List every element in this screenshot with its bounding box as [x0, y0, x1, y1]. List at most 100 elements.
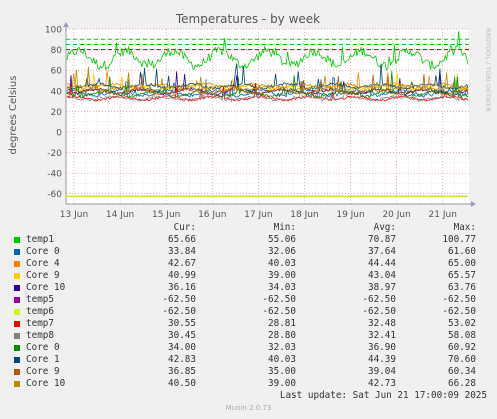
legend-row: Core 1 42.83 40.03 44.39 70.60	[0, 354, 497, 366]
legend-value: 43.04	[368, 270, 396, 281]
legend-row: Core 9 40.99 39.00 43.04 65.57	[0, 270, 497, 282]
legend-value: 40.03	[268, 354, 296, 365]
y-tick-label: -60	[47, 190, 62, 200]
legend-row: Core 10 40.50 39.00 42.73 66.28	[0, 378, 497, 390]
legend-series-name: Core 0	[26, 342, 60, 353]
legend-value: 65.00	[448, 258, 476, 269]
legend-value: -62.50	[162, 306, 196, 317]
legend-series-name: Core 1	[26, 354, 60, 365]
legend-value: 42.83	[168, 354, 196, 365]
legend-header: Cur: Min: Avg: Max:	[0, 222, 497, 234]
legend-swatch	[14, 345, 20, 351]
legend-swatch	[14, 309, 20, 315]
x-tick-label: 16 Jun	[198, 210, 226, 220]
legend-row: temp1 65.66 55.06 70.87 100.77	[0, 234, 497, 246]
legend-swatch	[14, 321, 20, 327]
legend-value: 32.48	[368, 318, 396, 329]
legend-row: Core 0 33.84 32.06 37.64 61.60	[0, 246, 497, 258]
legend-column-header: Cur:	[173, 222, 196, 233]
y-axis-arrow	[63, 22, 69, 27]
y-tick-label: 80	[51, 46, 63, 56]
legend-row: Core 10 36.16 34.03 38.97 63.76	[0, 282, 497, 294]
legend-swatch	[14, 333, 20, 339]
x-tick-label: 15 Jun	[152, 210, 180, 220]
legend-value: 53.02	[448, 318, 476, 329]
legend-row: temp8 30.45 28.80 32.41 58.08	[0, 330, 497, 342]
legend-series-name: Core 10	[26, 378, 66, 389]
legend-value: 28.81	[268, 318, 296, 329]
legend-value: 30.45	[168, 330, 196, 341]
chart: Temperatures - by week degrees Celsius R…	[8, 12, 492, 220]
legend-swatch	[14, 369, 20, 375]
legend-series-name: temp8	[26, 330, 54, 341]
legend-swatch	[14, 261, 20, 267]
legend-swatch	[14, 381, 20, 387]
legend-value: 55.06	[268, 234, 296, 245]
legend-value: 70.87	[368, 234, 396, 245]
y-tick-label: 40	[51, 87, 63, 97]
x-tick-label: 13 Jun	[60, 210, 88, 220]
legend-value: -62.50	[442, 306, 476, 317]
y-axis-label: degrees Celsius	[8, 76, 19, 155]
legend-row: temp6 -62.50 -62.50 -62.50 -62.50	[0, 306, 497, 318]
legend-value: 35.00	[268, 366, 296, 377]
legend-value: -62.50	[362, 294, 396, 305]
legend-swatch	[14, 249, 20, 255]
y-tick-label: 0	[56, 128, 62, 138]
legend-value: 42.73	[368, 378, 396, 389]
legend-value: 58.08	[448, 330, 476, 341]
plot-area	[66, 29, 469, 204]
legend-value: 63.76	[448, 282, 476, 293]
legend-value: 60.92	[448, 342, 476, 353]
x-tick-label: 14 Jun	[106, 210, 134, 220]
legend-series-name: Core 4	[26, 258, 60, 269]
legend-swatch	[14, 273, 20, 279]
legend-value: 32.41	[368, 330, 396, 341]
legend-row: Core 4 42.67 40.03 44.44 65.00	[0, 258, 497, 270]
legend-row: temp7 30.55 28.81 32.48 53.02	[0, 318, 497, 330]
legend-series-name: Core 9	[26, 270, 60, 281]
x-tick-label: 18 Jun	[290, 210, 318, 220]
legend-row: Core 0 34.00 32.03 36.90 60.92	[0, 342, 497, 354]
legend-value: 39.04	[368, 366, 396, 377]
legend-value: 36.85	[168, 366, 196, 377]
legend-value: 32.06	[268, 246, 296, 257]
legend-value: 37.64	[368, 246, 396, 257]
legend-value: 44.39	[368, 354, 396, 365]
y-tick-label: 20	[51, 108, 63, 118]
legend-column-header: Avg:	[373, 222, 396, 233]
legend-series-name: temp6	[26, 306, 54, 317]
legend-value: 40.50	[168, 378, 196, 389]
y-tick-label: -20	[47, 149, 62, 159]
legend-value: 39.00	[268, 270, 296, 281]
last-update: Last update: Sat Jun 21 17:00:09 2025	[279, 390, 487, 401]
y-tick-label: -40	[47, 170, 62, 180]
legend-swatch	[14, 297, 20, 303]
legend-value: 100.77	[442, 234, 476, 245]
legend-value: 66.28	[448, 378, 476, 389]
x-axis-arrow	[471, 201, 476, 207]
legend-value: 36.16	[168, 282, 196, 293]
legend-swatch	[14, 357, 20, 363]
chart-title: Temperatures - by week	[175, 12, 320, 26]
y-tick-label: 100	[45, 26, 62, 36]
legend-series-name: temp1	[26, 234, 54, 245]
legend-value: 65.57	[448, 270, 476, 281]
legend-series-name: Core 0	[26, 246, 60, 257]
legend-value: 65.66	[168, 234, 196, 245]
x-tick-label: 19 Jun	[336, 210, 364, 220]
legend-value: -62.50	[262, 306, 296, 317]
legend-value: -62.50	[262, 294, 296, 305]
legend-column-header: Min:	[273, 222, 296, 233]
legend-series-name: Core 9	[26, 366, 60, 377]
legend-value: 28.80	[268, 330, 296, 341]
x-tick-label: 20 Jun	[382, 210, 410, 220]
rrdtool-credit: RRDTOOL / TOBI OETIKER	[484, 28, 492, 112]
legend-series-name: Core 10	[26, 282, 66, 293]
legend-value: 34.00	[168, 342, 196, 353]
legend-value: 40.99	[168, 270, 196, 281]
legend-value: 60.34	[448, 366, 476, 377]
legend-value: -62.50	[442, 294, 476, 305]
x-tick-label: 17 Jun	[244, 210, 272, 220]
legend-value: -62.50	[362, 306, 396, 317]
